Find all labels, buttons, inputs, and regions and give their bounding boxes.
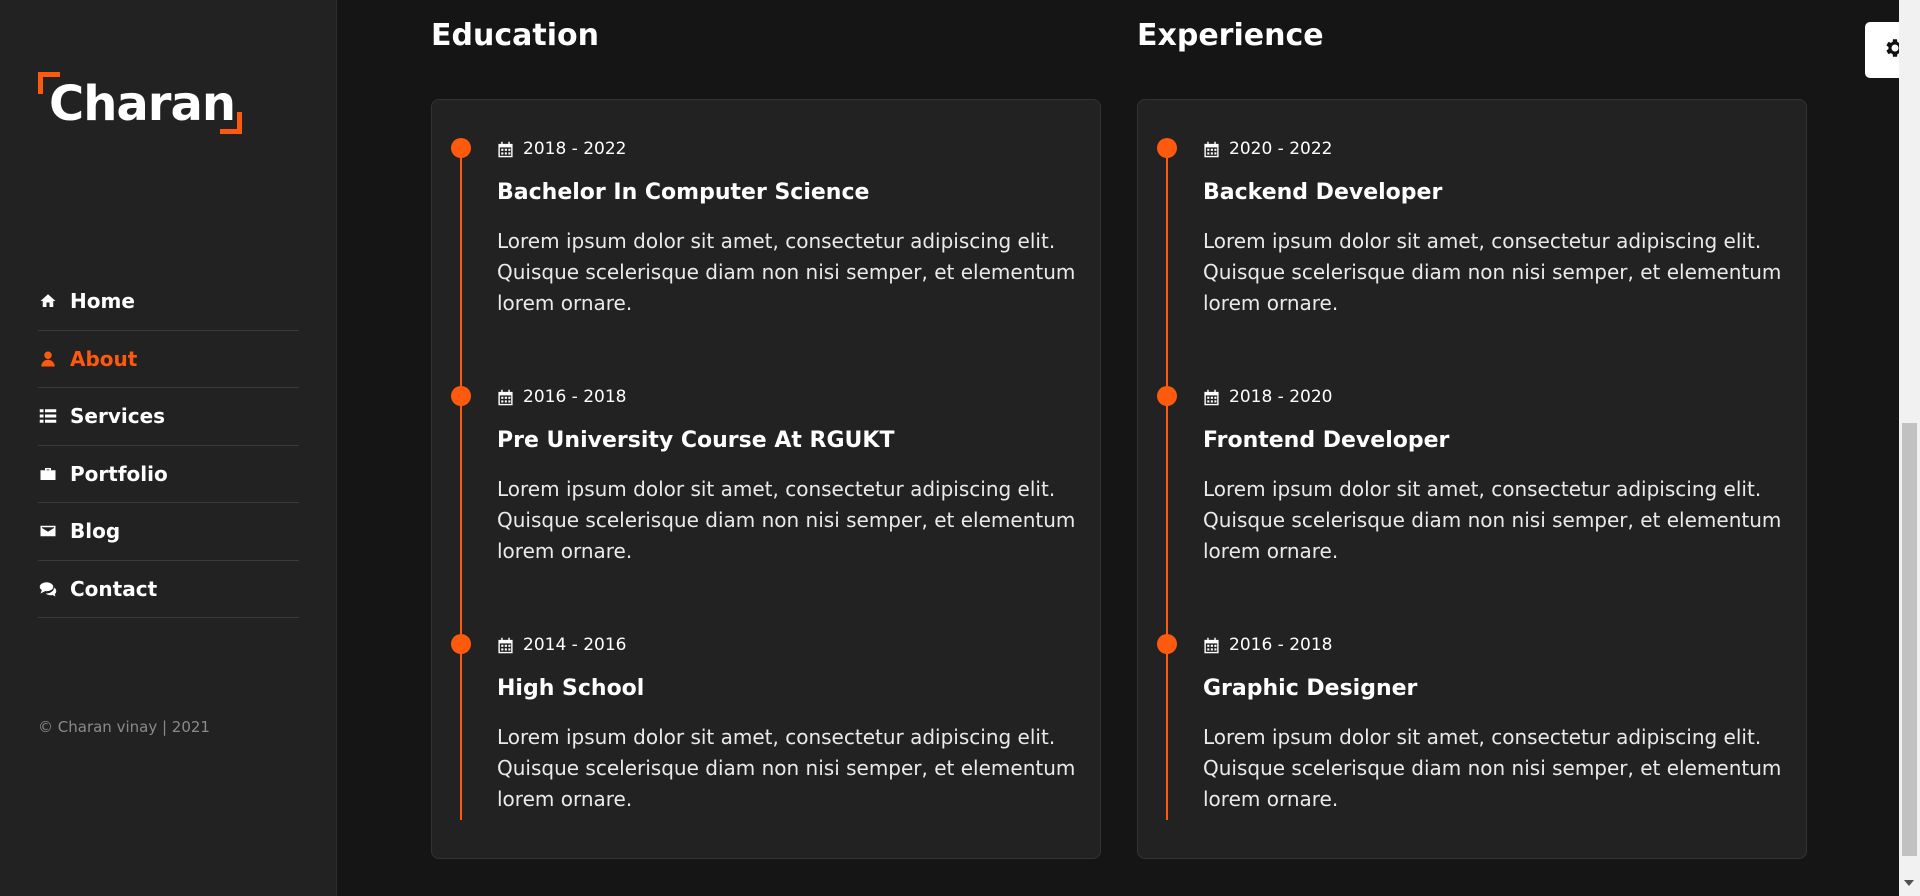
list-icon [38,406,58,426]
calendar-icon [1203,637,1220,654]
timeline-dot [1157,386,1177,406]
entry-title: Graphic Designer [1203,676,1418,701]
entry-date: 2014 - 2016 [497,635,626,655]
nav-item-label: Blog [70,519,121,544]
entry-description: Lorem ipsum dolor sit amet, consectetur … [1203,725,1782,811]
calendar-icon [1203,389,1220,406]
nav-item-home[interactable]: Home [38,273,299,331]
calendar-icon [497,141,514,158]
sidebar-nav: Home About Services Portfolio Blog Conta… [38,273,299,618]
timeline-dot [1157,634,1177,654]
page-scrollbar[interactable] [1899,0,1920,896]
entry-date: 2016 - 2018 [497,387,626,407]
nav-item-about[interactable]: About [38,331,299,388]
sidebar: Charan Home About Services Portfolio Blo… [0,0,337,896]
entry-date: 2018 - 2020 [1203,387,1332,407]
timeline-dot [451,634,471,654]
logo-text: Charan [49,76,236,132]
entry-date: 2016 - 2018 [1203,635,1332,655]
entry-date-text: 2016 - 2018 [1229,635,1333,655]
timeline-dot [1157,138,1177,158]
envelope-icon [38,521,58,541]
entry-date-text: 2018 - 2022 [523,139,627,159]
experience-card: 2020 - 2022 Backend Developer Lorem ipsu… [1137,99,1807,859]
timeline-dot [451,138,471,158]
entry-date-text: 2016 - 2018 [523,387,627,407]
nav-item-services[interactable]: Services [38,388,299,446]
nav-item-contact[interactable]: Contact [38,561,299,618]
user-icon [38,349,58,369]
entry-title: Pre University Course At RGUKT [497,428,895,453]
calendar-icon [497,389,514,406]
nav-item-label: About [70,346,138,371]
briefcase-icon [38,464,58,484]
entry-description: Lorem ipsum dolor sit amet, consectetur … [1203,477,1782,563]
entry-description: Lorem ipsum dolor sit amet, consectetur … [497,725,1076,811]
nav-item-portfolio[interactable]: Portfolio [38,446,299,503]
timeline-dot [451,386,471,406]
scrollbar-thumb[interactable] [1902,423,1917,856]
scroll-down-arrow[interactable] [1904,880,1914,886]
entry-title: Backend Developer [1203,180,1443,205]
calendar-icon [497,637,514,654]
comments-icon [38,579,58,599]
logo[interactable]: Charan [38,72,248,136]
entry-title: Frontend Developer [1203,428,1450,453]
nav-item-label: Portfolio [70,461,168,486]
nav-item-blog[interactable]: Blog [38,503,299,561]
experience-heading: Experience [1137,18,1324,53]
home-icon [38,291,58,311]
entry-title: Bachelor In Computer Science [497,180,870,205]
education-card: 2018 - 2022 Bachelor In Computer Science… [431,99,1101,859]
entry-date: 2020 - 2022 [1203,139,1332,159]
entry-date-text: 2014 - 2016 [523,635,627,655]
entry-description: Lorem ipsum dolor sit amet, consectetur … [497,477,1076,563]
timeline-line [460,148,462,820]
nav-item-label: Home [70,289,135,314]
entry-description: Lorem ipsum dolor sit amet, consectetur … [1203,229,1782,315]
entry-date-text: 2018 - 2020 [1229,387,1333,407]
logo-corner-bottom-right [220,112,242,134]
entry-date-text: 2020 - 2022 [1229,139,1333,159]
nav-item-label: Services [70,404,166,429]
education-heading: Education [431,18,599,53]
timeline-line [1166,148,1168,820]
copyright-text: © Charan vinay | 2021 [38,718,210,736]
calendar-icon [1203,141,1220,158]
nav-item-label: Contact [70,576,158,601]
entry-title: High School [497,676,645,701]
entry-description: Lorem ipsum dolor sit amet, consectetur … [497,229,1076,315]
entry-date: 2018 - 2022 [497,139,626,159]
